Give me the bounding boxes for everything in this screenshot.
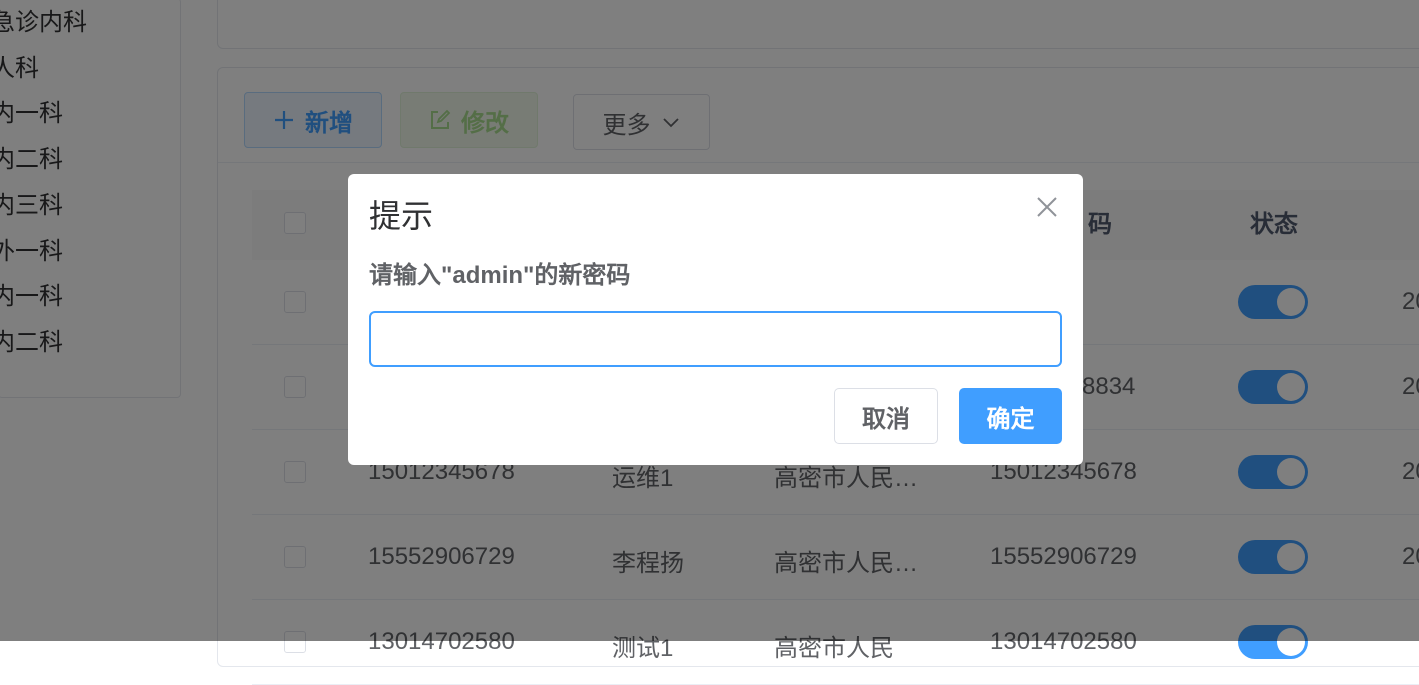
cancel-button[interactable]: 取消 (834, 388, 938, 444)
reset-password-dialog: 提示 请输入"admin"的新密码 取消 确定 (348, 174, 1083, 465)
close-icon[interactable] (1034, 194, 1060, 220)
new-password-input[interactable] (369, 311, 1062, 367)
dialog-message: 请输入"admin"的新密码 (369, 262, 631, 289)
confirm-button[interactable]: 确定 (959, 388, 1062, 444)
dialog-title: 提示 (369, 198, 434, 234)
